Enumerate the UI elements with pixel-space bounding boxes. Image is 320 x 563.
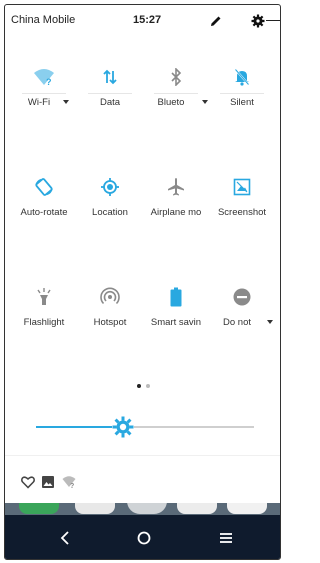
page-indicator-active [137,384,141,388]
do-not-disturb-icon [230,285,254,309]
tile-data[interactable]: Data [77,65,143,129]
chevron-down-icon[interactable] [267,320,273,324]
clock: 15:27 [133,14,162,26]
tile-label: Smart savin [150,317,202,328]
tile-label: Do not [223,317,251,328]
tile-label: Flashlight [23,317,65,328]
tile-label: Data [99,97,121,108]
status-bar: China Mobile 15:27 [5,5,280,37]
tile-airplane-mode[interactable]: Airplane mo [143,175,209,239]
divider [266,20,280,21]
tile-wifi[interactable]: ? Wi-Fi [11,65,77,129]
bluetooth-icon [164,65,188,89]
battery-icon [164,285,188,309]
phone-screen: China Mobile 15:27 ? Wi-Fi Data Blueto S… [4,4,281,560]
image-icon [41,475,55,489]
data-arrows-icon [98,65,122,89]
tile-location[interactable]: Location [77,175,143,239]
tile-label: Blueto [157,97,185,108]
divider [220,93,264,94]
edit-icon[interactable] [208,13,224,29]
heart-icon [21,475,35,489]
tile-bluetooth[interactable]: Blueto [143,65,209,129]
svg-text:?: ? [70,483,74,489]
tile-auto-rotate[interactable]: Auto-rotate [11,175,77,239]
tile-screenshot[interactable]: Screenshot [209,175,275,239]
brightness-thumb-icon[interactable] [111,415,135,439]
airplane-icon [164,175,188,199]
settings-icon[interactable] [250,13,266,29]
tile-label: Location [92,207,128,218]
tile-smart-saving[interactable]: Smart savin [143,285,209,349]
carrier-name: China Mobile [11,14,76,26]
tile-silent[interactable]: Silent [209,65,275,129]
recents-icon[interactable] [218,530,234,546]
tile-label: Silent [230,97,254,108]
bell-off-icon [230,65,254,89]
flashlight-icon [32,285,56,309]
tile-flashlight[interactable]: Flashlight [11,285,77,349]
location-icon [98,175,122,199]
chevron-down-icon[interactable] [202,100,208,104]
divider [88,93,132,94]
navigation-bar [5,515,280,559]
tile-label: Screenshot [217,207,267,218]
page-indicator [146,384,150,388]
brightness-track-filled [36,426,124,428]
tile-label: Airplane mo [150,207,202,218]
svg-text:?: ? [46,77,52,86]
home-icon[interactable] [136,530,152,546]
divider [22,93,66,94]
hotspot-icon [98,285,122,309]
back-icon[interactable] [57,530,73,546]
tile-label: Auto-rotate [20,207,68,218]
tile-label: Hotspot [93,317,127,328]
screenshot-icon [230,175,254,199]
divider [154,93,198,94]
tile-hotspot[interactable]: Hotspot [77,285,143,349]
wifi-icon: ? [62,475,76,490]
tile-do-not-disturb[interactable]: Do not [209,285,275,349]
chevron-down-icon[interactable] [63,100,69,104]
brightness-track [123,426,254,428]
notification-icons: ? [5,463,280,503]
divider [5,455,280,456]
wifi-icon: ? [32,65,56,89]
rotate-icon [32,175,56,199]
